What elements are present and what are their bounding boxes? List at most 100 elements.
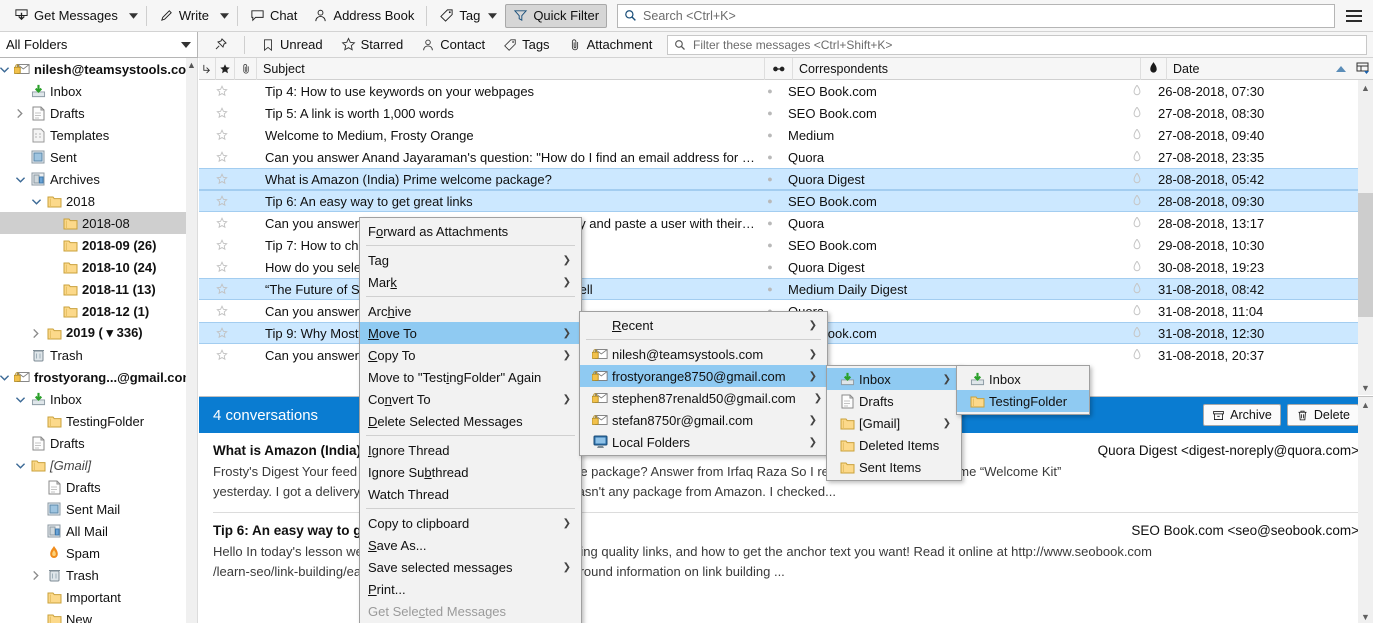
folder-item[interactable]: 2018-12 (1) <box>0 300 186 322</box>
scroll-up-icon[interactable]: ▲ <box>1358 80 1373 95</box>
folder-item[interactable]: Spam <box>0 542 186 564</box>
folder-item[interactable]: Drafts <box>0 102 186 124</box>
table-row[interactable]: Welcome to Medium, Frosty Orange ● Medium 2… <box>199 124 1358 146</box>
column-correspondents[interactable]: Correspondents <box>793 57 1141 80</box>
column-junk[interactable] <box>1141 57 1167 80</box>
quick-filter-tags-button[interactable]: Tags <box>495 34 557 56</box>
folder-twisty-icon[interactable] <box>16 108 29 118</box>
junk-toggle-icon[interactable] <box>1132 261 1158 273</box>
junk-toggle-icon[interactable] <box>1132 129 1158 141</box>
menu-item[interactable]: Local Folders ❯ <box>580 431 827 453</box>
unread-dot-icon[interactable]: ● <box>756 108 784 118</box>
menu-item[interactable]: Print... <box>360 578 581 600</box>
scroll-down-icon[interactable]: ▼ <box>1358 609 1373 623</box>
menu-item[interactable]: Convert To ❯ <box>360 388 581 410</box>
folder-item[interactable]: Sent <box>0 146 186 168</box>
quick-filter-unread-button[interactable]: Unread <box>253 34 331 56</box>
folder-twisty-icon[interactable] <box>16 396 29 403</box>
star-toggle-icon[interactable] <box>216 85 235 97</box>
menu-item[interactable]: Forward as Attachments <box>360 220 581 242</box>
unread-dot-icon[interactable]: ● <box>756 130 784 140</box>
menu-item[interactable]: stefan8750r@gmail.com ❯ <box>580 409 827 431</box>
menu-item[interactable]: Copy To ❯ <box>360 344 581 366</box>
folder-item[interactable]: Sent Mail <box>0 498 186 520</box>
write-button[interactable]: Write <box>151 4 217 28</box>
quick-filter-attachment-button[interactable]: Attachment <box>560 34 661 56</box>
quick-filter-button[interactable]: Quick Filter <box>505 3 608 28</box>
star-toggle-icon[interactable] <box>216 305 235 317</box>
folder-twisty-icon[interactable] <box>32 198 45 205</box>
star-toggle-icon[interactable] <box>216 327 235 339</box>
menu-item[interactable]: Move To ❯ <box>360 322 581 344</box>
menu-item[interactable]: Inbox <box>957 368 1089 390</box>
table-row[interactable]: Can you answer Anand Jayaraman's questio… <box>199 146 1358 168</box>
junk-toggle-icon[interactable] <box>1132 217 1158 229</box>
menu-item[interactable]: Copy to clipboard ❯ <box>360 512 581 534</box>
folder-mode-picker[interactable]: All Folders <box>0 32 198 58</box>
unread-dot-icon[interactable]: ● <box>756 262 784 272</box>
folder-twisty-icon[interactable] <box>0 374 13 381</box>
thread-pane-scrollbar[interactable]: ▲ ▼ <box>1358 80 1373 395</box>
folder-item[interactable]: [Gmail] <box>0 454 186 476</box>
menu-item[interactable]: Save selected messages ❯ <box>360 556 581 578</box>
unread-dot-icon[interactable]: ● <box>756 218 784 228</box>
menu-item[interactable]: Recent ❯ <box>580 314 827 336</box>
folder-pane-scrollbar[interactable]: ▲ <box>186 58 198 623</box>
get-messages-button[interactable]: Get Messages <box>6 4 126 28</box>
folder-item[interactable]: 2018 <box>0 190 186 212</box>
unread-dot-icon[interactable]: ● <box>756 152 784 162</box>
column-thread[interactable] <box>199 57 216 80</box>
table-row[interactable]: What is Amazon (India) Prime welcome pac… <box>199 168 1358 190</box>
scroll-down-icon[interactable]: ▼ <box>1358 380 1373 395</box>
folder-item[interactable]: Trash <box>0 564 186 586</box>
message-filter-input[interactable]: Filter these messages <Ctrl+Shift+K> <box>667 34 1367 55</box>
junk-toggle-icon[interactable] <box>1132 283 1158 295</box>
scrollbar-thumb[interactable] <box>1358 193 1373 317</box>
column-picker-button[interactable] <box>1352 58 1373 80</box>
junk-toggle-icon[interactable] <box>1132 173 1158 185</box>
star-toggle-icon[interactable] <box>216 217 235 229</box>
scroll-up-icon[interactable]: ▲ <box>1358 397 1373 412</box>
column-date[interactable]: Date <box>1167 58 1352 80</box>
star-toggle-icon[interactable] <box>216 261 235 273</box>
menu-item[interactable]: Save As... <box>360 534 581 556</box>
tag-button[interactable]: Tag <box>431 4 505 28</box>
table-row[interactable]: Tip 4: How to use keywords on your webpa… <box>199 80 1358 102</box>
folder-item[interactable]: 2018-10 (24) <box>0 256 186 278</box>
folder-item[interactable]: 2018-11 (13) <box>0 278 186 300</box>
folder-item[interactable]: 2018-09 (26) <box>0 234 186 256</box>
chat-button[interactable]: Chat <box>242 4 305 28</box>
menu-item[interactable]: nilesh@teamsystools.com ❯ <box>580 343 827 365</box>
menu-item[interactable]: Ignore Subthread <box>360 461 581 483</box>
unread-dot-icon[interactable]: ● <box>756 174 784 184</box>
junk-toggle-icon[interactable] <box>1132 305 1158 317</box>
folder-item[interactable]: frostyorang...@gmail.com <box>0 366 186 388</box>
unread-dot-icon[interactable]: ● <box>756 240 784 250</box>
global-search-input[interactable]: Search <Ctrl+K> <box>617 3 1335 28</box>
folder-item[interactable]: Inbox <box>0 80 186 102</box>
star-toggle-icon[interactable] <box>216 129 235 141</box>
unread-dot-icon[interactable]: ● <box>756 86 784 96</box>
star-toggle-icon[interactable] <box>216 195 235 207</box>
quick-filter-contact-button[interactable]: Contact <box>413 34 493 56</box>
column-attachment[interactable] <box>235 57 257 80</box>
menu-item[interactable]: Move to "TestingFolder" Again <box>360 366 581 388</box>
table-row[interactable]: Tip 6: An easy way to get great links ● SE… <box>199 190 1358 212</box>
menu-item[interactable]: Watch Thread <box>360 483 581 505</box>
address-book-button[interactable]: Address Book <box>305 4 422 28</box>
menu-item[interactable]: Archive <box>360 300 581 322</box>
message-pane-scrollbar[interactable]: ▲ ▼ <box>1358 397 1373 623</box>
folder-item[interactable]: 2019 ( ▾ 336) <box>0 322 186 344</box>
folder-item[interactable]: Trash <box>0 344 186 366</box>
column-star[interactable] <box>216 57 235 80</box>
menu-item[interactable]: Tag ❯ <box>360 249 581 271</box>
unread-dot-icon[interactable]: ● <box>756 284 784 294</box>
menu-item[interactable]: [Gmail] ❯ <box>827 412 961 434</box>
folder-twisty-icon[interactable] <box>32 570 45 580</box>
star-toggle-icon[interactable] <box>216 239 235 251</box>
folder-item[interactable]: Inbox <box>0 388 186 410</box>
delete-button[interactable]: Delete <box>1286 404 1359 426</box>
folder-item[interactable]: Important <box>0 586 186 608</box>
write-dropdown[interactable] <box>217 4 233 28</box>
junk-toggle-icon[interactable] <box>1132 239 1158 251</box>
